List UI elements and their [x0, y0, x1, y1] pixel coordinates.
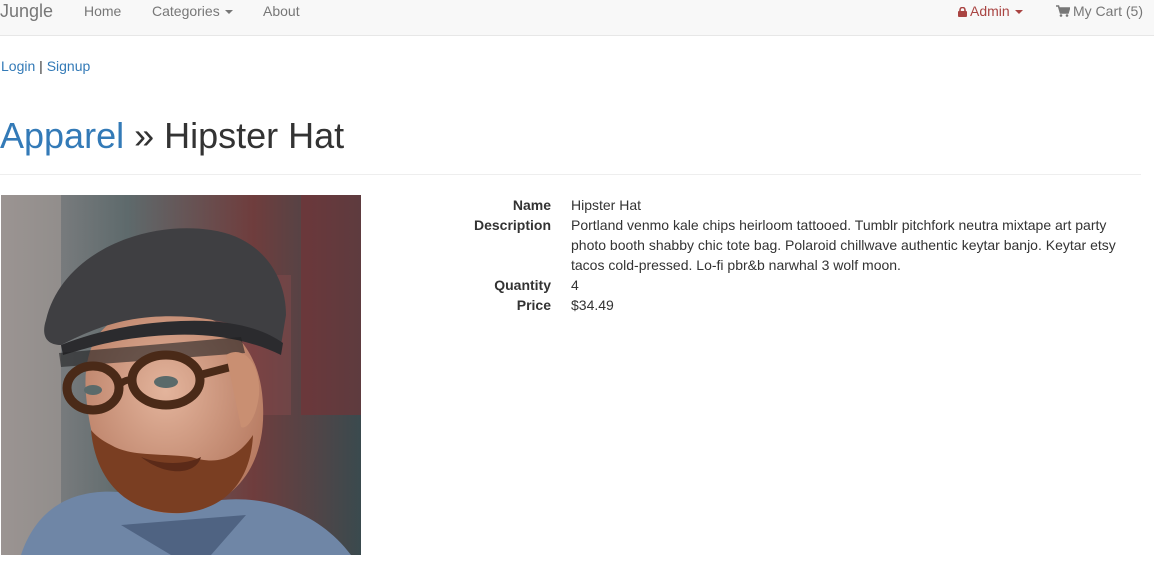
description-label: Description [473, 217, 551, 233]
signup-link[interactable]: Signup [47, 58, 91, 74]
price-label: Price [516, 297, 551, 313]
name-value: Hipster Hat [571, 197, 642, 213]
nav-cart[interactable]: My Cart (5) [1056, 3, 1143, 19]
detail-row-name: Name Hipster Hat [440, 195, 1140, 215]
nav-cart-label: My Cart (5) [1073, 3, 1143, 19]
category-breadcrumb-link[interactable]: Apparel [0, 115, 124, 156]
top-navbar: Jungle Home Categories About Admin My Ca… [0, 0, 1154, 36]
nav-admin-dropdown[interactable]: Admin [958, 3, 1023, 19]
auth-separator: | [35, 58, 47, 74]
product-details: Name Hipster Hat Description Portland ve… [440, 195, 1140, 315]
cart-icon [1056, 5, 1070, 17]
price-value: $34.49 [571, 297, 614, 313]
name-label: Name [512, 197, 551, 213]
nav-categories-dropdown[interactable]: Categories [152, 3, 233, 19]
product-title: Hipster Hat [164, 115, 345, 156]
detail-row-quantity: Quantity 4 [440, 275, 1140, 295]
login-link[interactable]: Login [1, 58, 35, 74]
title-divider [0, 174, 1141, 175]
breadcrumb-separator: » [124, 115, 165, 156]
brand-link[interactable]: Jungle [0, 1, 53, 21]
caret-down-icon [1014, 10, 1023, 15]
lock-icon [958, 7, 967, 17]
nav-admin-label: Admin [970, 3, 1010, 19]
auth-links: Login | Signup [1, 58, 90, 74]
nav-categories-label: Categories [152, 3, 220, 19]
hipster-portrait-illustration [1, 195, 361, 555]
nav-home[interactable]: Home [84, 3, 121, 19]
quantity-value: 4 [571, 277, 579, 293]
detail-row-description: Description Portland venmo kale chips he… [440, 215, 1140, 275]
product-image [1, 195, 361, 555]
detail-row-price: Price $34.49 [440, 295, 1140, 315]
description-value: Portland venmo kale chips heirloom tatto… [571, 217, 1116, 273]
nav-about[interactable]: About [263, 3, 300, 19]
page-title: Apparel » Hipster Hat [0, 116, 344, 156]
quantity-label: Quantity [494, 277, 551, 293]
caret-down-icon [224, 10, 233, 15]
